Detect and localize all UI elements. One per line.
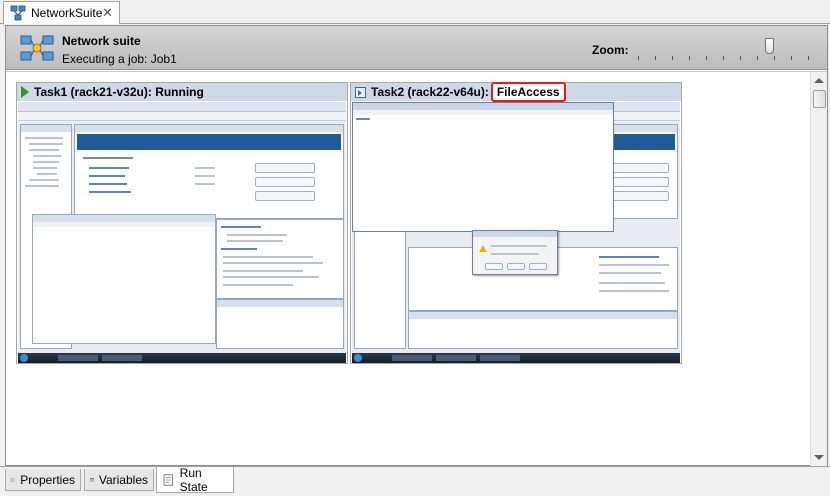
zoom-slider-thumb[interactable] bbox=[765, 38, 774, 54]
network-suite-icon bbox=[10, 5, 26, 21]
tab-label: Properties bbox=[20, 472, 75, 487]
play-icon bbox=[21, 86, 29, 98]
network-suite-panel: Network suite Executing a job: Job1 Zoom… bbox=[5, 25, 828, 466]
task-title-bar: Task1 (rack21-v32u): Running bbox=[17, 83, 347, 101]
tab-label: Run State bbox=[179, 465, 208, 494]
file-access-icon bbox=[355, 86, 366, 98]
task-status: Running bbox=[155, 85, 204, 99]
task-status: FileAccess bbox=[496, 85, 560, 99]
run-state-icon bbox=[163, 473, 174, 486]
tab-run-state[interactable]: Run State bbox=[156, 465, 234, 494]
tab-label: Variables bbox=[98, 472, 148, 487]
bottom-tab-bar: Properties Variables Run State bbox=[0, 466, 830, 496]
run-state-view: Task1 (rack21-v32u): Running Task2 (rack… bbox=[6, 71, 827, 466]
zoom-slider[interactable] bbox=[638, 38, 810, 66]
close-tab-icon[interactable]: ✕ bbox=[102, 6, 113, 19]
task-screen-thumbnail bbox=[18, 102, 346, 363]
variables-icon bbox=[90, 477, 94, 482]
tab-label: NetworkSuite bbox=[31, 6, 103, 20]
properties-icon bbox=[11, 477, 16, 482]
task-screen-thumbnail bbox=[352, 102, 680, 363]
task-name: Task2 (rack22-v64u): bbox=[371, 85, 489, 99]
task-panel-task2[interactable]: Task2 (rack22-v64u): FileAccess bbox=[350, 82, 682, 364]
scrollbar-thumb[interactable] bbox=[813, 90, 826, 108]
networksuite-tab[interactable]: NetworkSuite ✕ bbox=[3, 1, 120, 24]
tab-properties[interactable]: Properties bbox=[5, 469, 81, 491]
task-title-bar: Task2 (rack22-v64u): FileAccess bbox=[351, 82, 681, 102]
task-panel-task1[interactable]: Task1 (rack21-v32u): Running bbox=[16, 82, 348, 364]
vertical-scrollbar[interactable] bbox=[810, 72, 827, 466]
task-status-highlight: FileAccess bbox=[490, 82, 566, 102]
document-tab-strip: NetworkSuite ✕ bbox=[0, 0, 830, 24]
scroll-down-icon[interactable] bbox=[814, 455, 824, 460]
scroll-up-icon[interactable] bbox=[814, 78, 824, 83]
suite-header: Network suite Executing a job: Job1 Zoom… bbox=[6, 26, 827, 70]
zoom-label: Zoom: bbox=[592, 43, 629, 57]
network-suite-large-icon bbox=[20, 35, 54, 61]
suite-title: Network suite bbox=[62, 34, 141, 48]
job-status-text: Executing a job: Job1 bbox=[62, 52, 177, 66]
tab-variables[interactable]: Variables bbox=[84, 469, 154, 491]
task-name: Task1 (rack21-v32u): bbox=[34, 85, 152, 99]
